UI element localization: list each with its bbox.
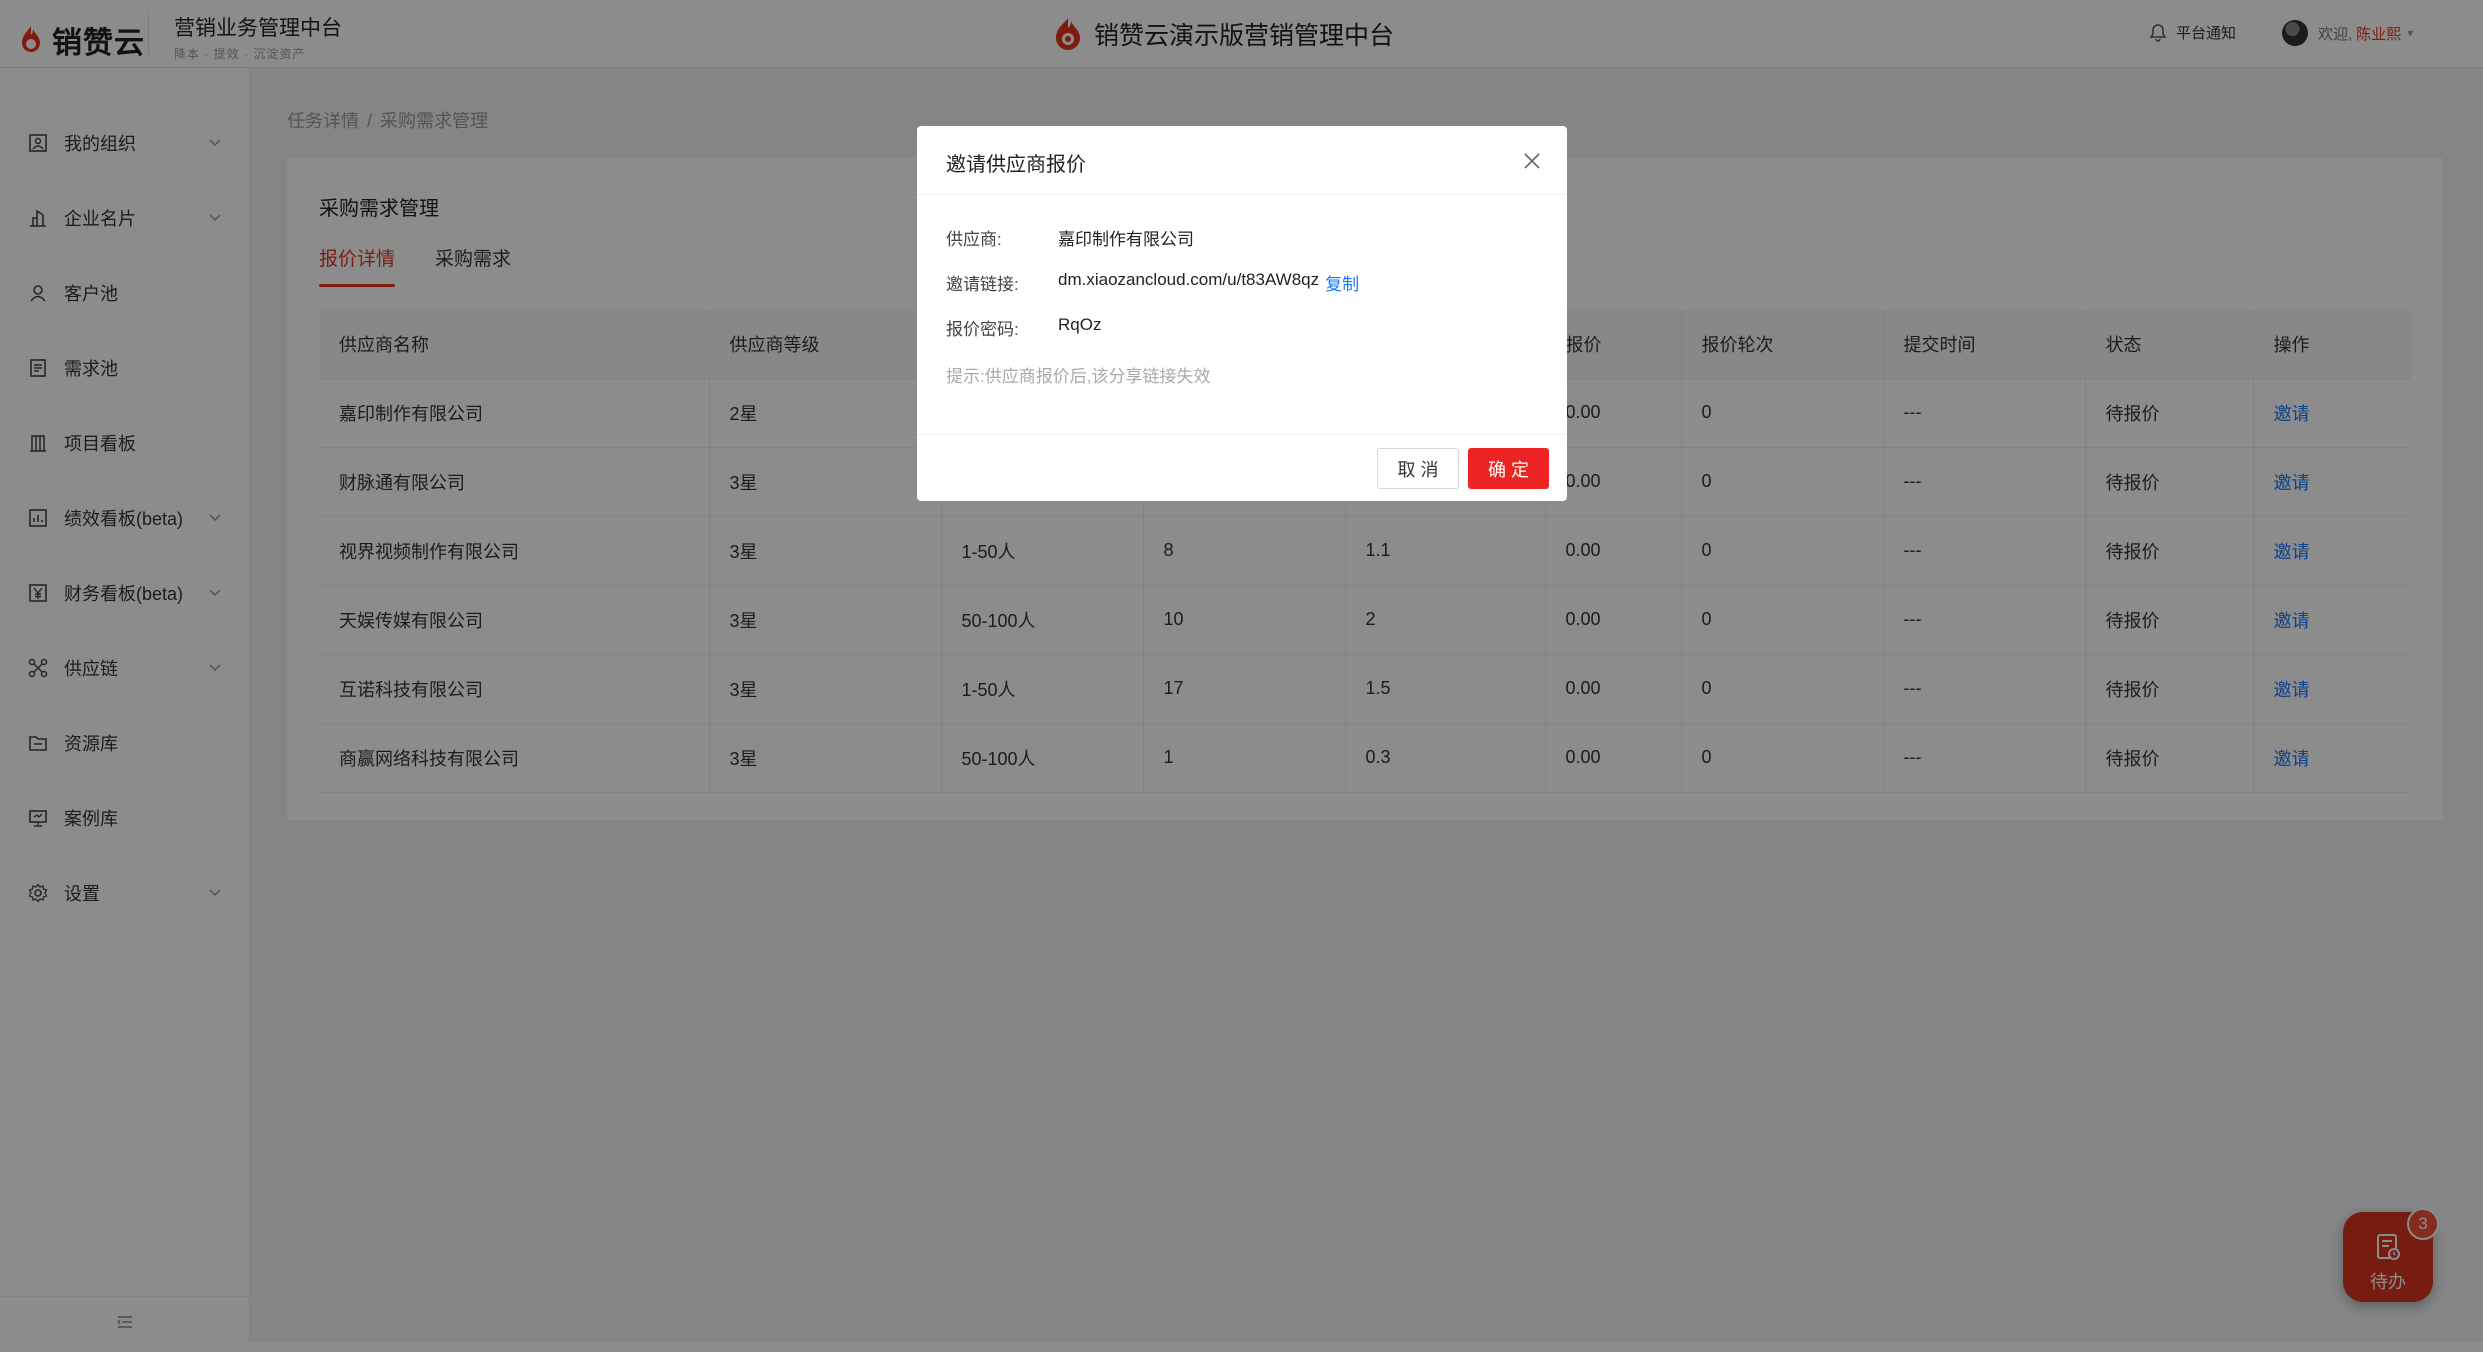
- close-icon[interactable]: [1523, 152, 1541, 170]
- invite-supplier-dialog: 邀请供应商报价 供应商: 嘉印制作有限公司 邀请链接: dm.xiaozancl…: [917, 126, 1567, 501]
- dialog-hint: 提示:供应商报价后,该分享链接失效: [946, 367, 1211, 386]
- password-value: RqOz: [1058, 315, 1102, 334]
- supplier-value: 嘉印制作有限公司: [1058, 230, 1194, 249]
- password-field: 报价密码: RqOz: [946, 315, 1101, 340]
- password-label: 报价密码:: [946, 320, 1019, 339]
- dialog-header: 邀请供应商报价: [917, 126, 1567, 195]
- cancel-button[interactable]: 取 消: [1377, 448, 1459, 489]
- invite-link-field: 邀请链接: dm.xiaozancloud.com/u/t83AW8qz 复制: [946, 270, 1359, 295]
- dialog-title: 邀请供应商报价: [946, 154, 1086, 176]
- supplier-label: 供应商:: [946, 230, 1002, 249]
- copy-link-button[interactable]: 复制: [1325, 270, 1359, 295]
- dialog-footer: 取 消 确 定: [917, 434, 1567, 501]
- invite-link-value: dm.xiaozancloud.com/u/t83AW8qz: [1058, 270, 1320, 289]
- supplier-field: 供应商: 嘉印制作有限公司: [946, 225, 1194, 250]
- invite-link-label: 邀请链接:: [946, 275, 1019, 294]
- confirm-button[interactable]: 确 定: [1468, 448, 1549, 489]
